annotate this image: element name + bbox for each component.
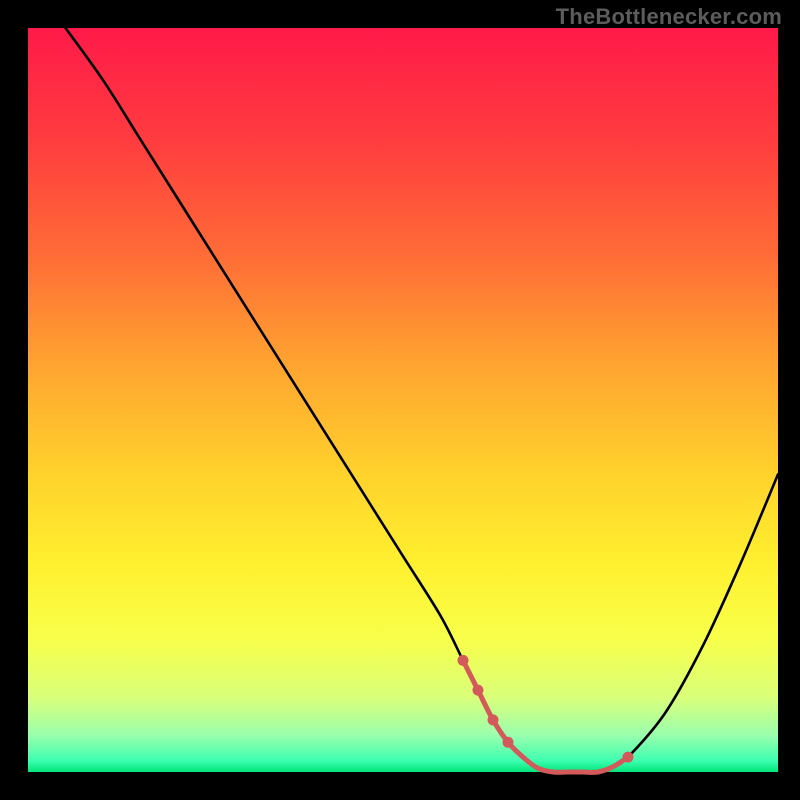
optimal-range-marker (458, 655, 469, 666)
chart-container: TheBottlenecker.com (0, 0, 800, 800)
bottleneck-chart (0, 0, 800, 800)
optimal-range-marker (473, 685, 484, 696)
watermark-text: TheBottlenecker.com (556, 4, 782, 30)
optimal-range-marker (623, 752, 634, 763)
optimal-range-marker (488, 714, 499, 725)
optimal-range-marker (503, 737, 514, 748)
